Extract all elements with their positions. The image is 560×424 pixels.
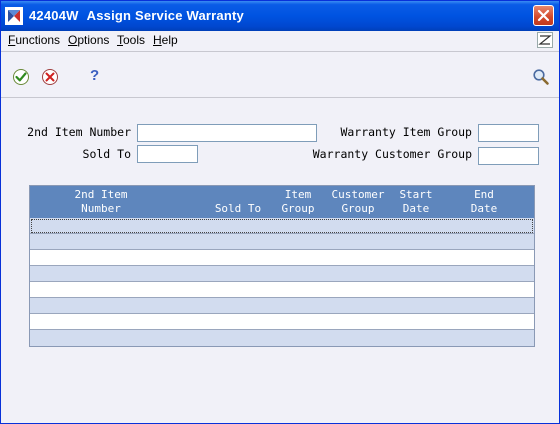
column-header-line: Date	[470, 202, 498, 215]
title-bar[interactable]: 42404W Assign Service Warranty	[1, 1, 559, 31]
menu-help[interactable]: Help	[153, 33, 178, 47]
warranty-customer-group-label: Warranty Customer Group	[312, 147, 472, 161]
jde-logo-icon	[537, 32, 553, 48]
column-header-line: Group	[341, 202, 375, 215]
column-header-start-date[interactable]: Start Date	[396, 188, 436, 216]
application-window: 42404W Assign Service Warranty Functions …	[0, 0, 560, 424]
column-header-line: Date	[402, 202, 430, 215]
menu-functions[interactable]: Functions	[8, 33, 60, 47]
warranty-customer-group-input[interactable]	[478, 147, 539, 165]
window-title-name: Assign Service Warranty	[86, 8, 244, 23]
column-header-end-date[interactable]: End Date	[464, 188, 504, 216]
jde-app-icon	[5, 7, 23, 25]
warranty-item-group-input[interactable]	[478, 124, 539, 142]
menu-options[interactable]: Options	[68, 33, 109, 47]
column-header-line	[210, 188, 266, 202]
close-button[interactable]	[533, 5, 554, 26]
column-header-line: Sold To	[214, 202, 262, 215]
close-icon	[537, 9, 550, 22]
window-title-code: 42404W	[29, 8, 79, 23]
grid-row[interactable]	[30, 330, 534, 346]
column-header-line: End	[474, 188, 494, 201]
column-header-item-group[interactable]: Item Group	[278, 188, 318, 216]
checkmark-icon[interactable]	[12, 68, 30, 86]
column-header-line: Group	[281, 202, 315, 215]
window-title: 42404W Assign Service Warranty	[29, 8, 244, 23]
column-header-line: Item	[284, 188, 312, 201]
grid-header: 2nd Item Number Sold To Item Group Custo…	[30, 186, 534, 218]
menu-tools[interactable]: Tools	[117, 33, 145, 47]
results-grid[interactable]: 2nd Item Number Sold To Item Group Custo…	[29, 185, 535, 347]
cancel-icon[interactable]	[41, 68, 59, 86]
menu-functions-label: unctions	[15, 33, 61, 47]
column-header-sold-to[interactable]: Sold To	[210, 188, 266, 216]
help-icon[interactable]: ?	[90, 67, 99, 84]
column-header-line: 2nd Item	[74, 188, 128, 201]
magnifier-icon[interactable]	[532, 68, 550, 86]
column-header-line: Customer	[331, 188, 385, 201]
column-header-line: Number	[81, 202, 121, 215]
menu-options-mnemonic: O	[68, 33, 78, 47]
column-header-line: Start	[399, 188, 433, 201]
second-item-number-input[interactable]	[137, 124, 317, 142]
grid-row[interactable]	[30, 234, 534, 250]
grid-row[interactable]	[30, 282, 534, 298]
menu-bar: Functions Options Tools Help	[1, 31, 559, 50]
toolbar-separator	[1, 97, 559, 98]
menu-options-label: ptions	[77, 33, 110, 47]
menu-separator	[1, 51, 559, 52]
menu-tools-label: ools	[123, 33, 146, 47]
grid-row[interactable]	[30, 218, 534, 234]
grid-row[interactable]	[30, 266, 534, 282]
column-header-customer-group[interactable]: Customer Group	[330, 188, 386, 216]
grid-row[interactable]	[30, 250, 534, 266]
toolbar: ?	[1, 53, 559, 97]
menu-help-mnemonic: H	[153, 33, 162, 47]
sold-to-input[interactable]	[137, 145, 198, 163]
second-item-number-label: 2nd Item Number	[27, 125, 131, 139]
warranty-item-group-label: Warranty Item Group	[340, 125, 472, 139]
menu-help-label: elp	[161, 33, 178, 47]
sold-to-label: Sold To	[82, 147, 131, 161]
grid-row[interactable]	[30, 298, 534, 314]
grid-row[interactable]	[30, 314, 534, 330]
column-header-2nd-item-number[interactable]: 2nd Item Number	[68, 188, 134, 216]
